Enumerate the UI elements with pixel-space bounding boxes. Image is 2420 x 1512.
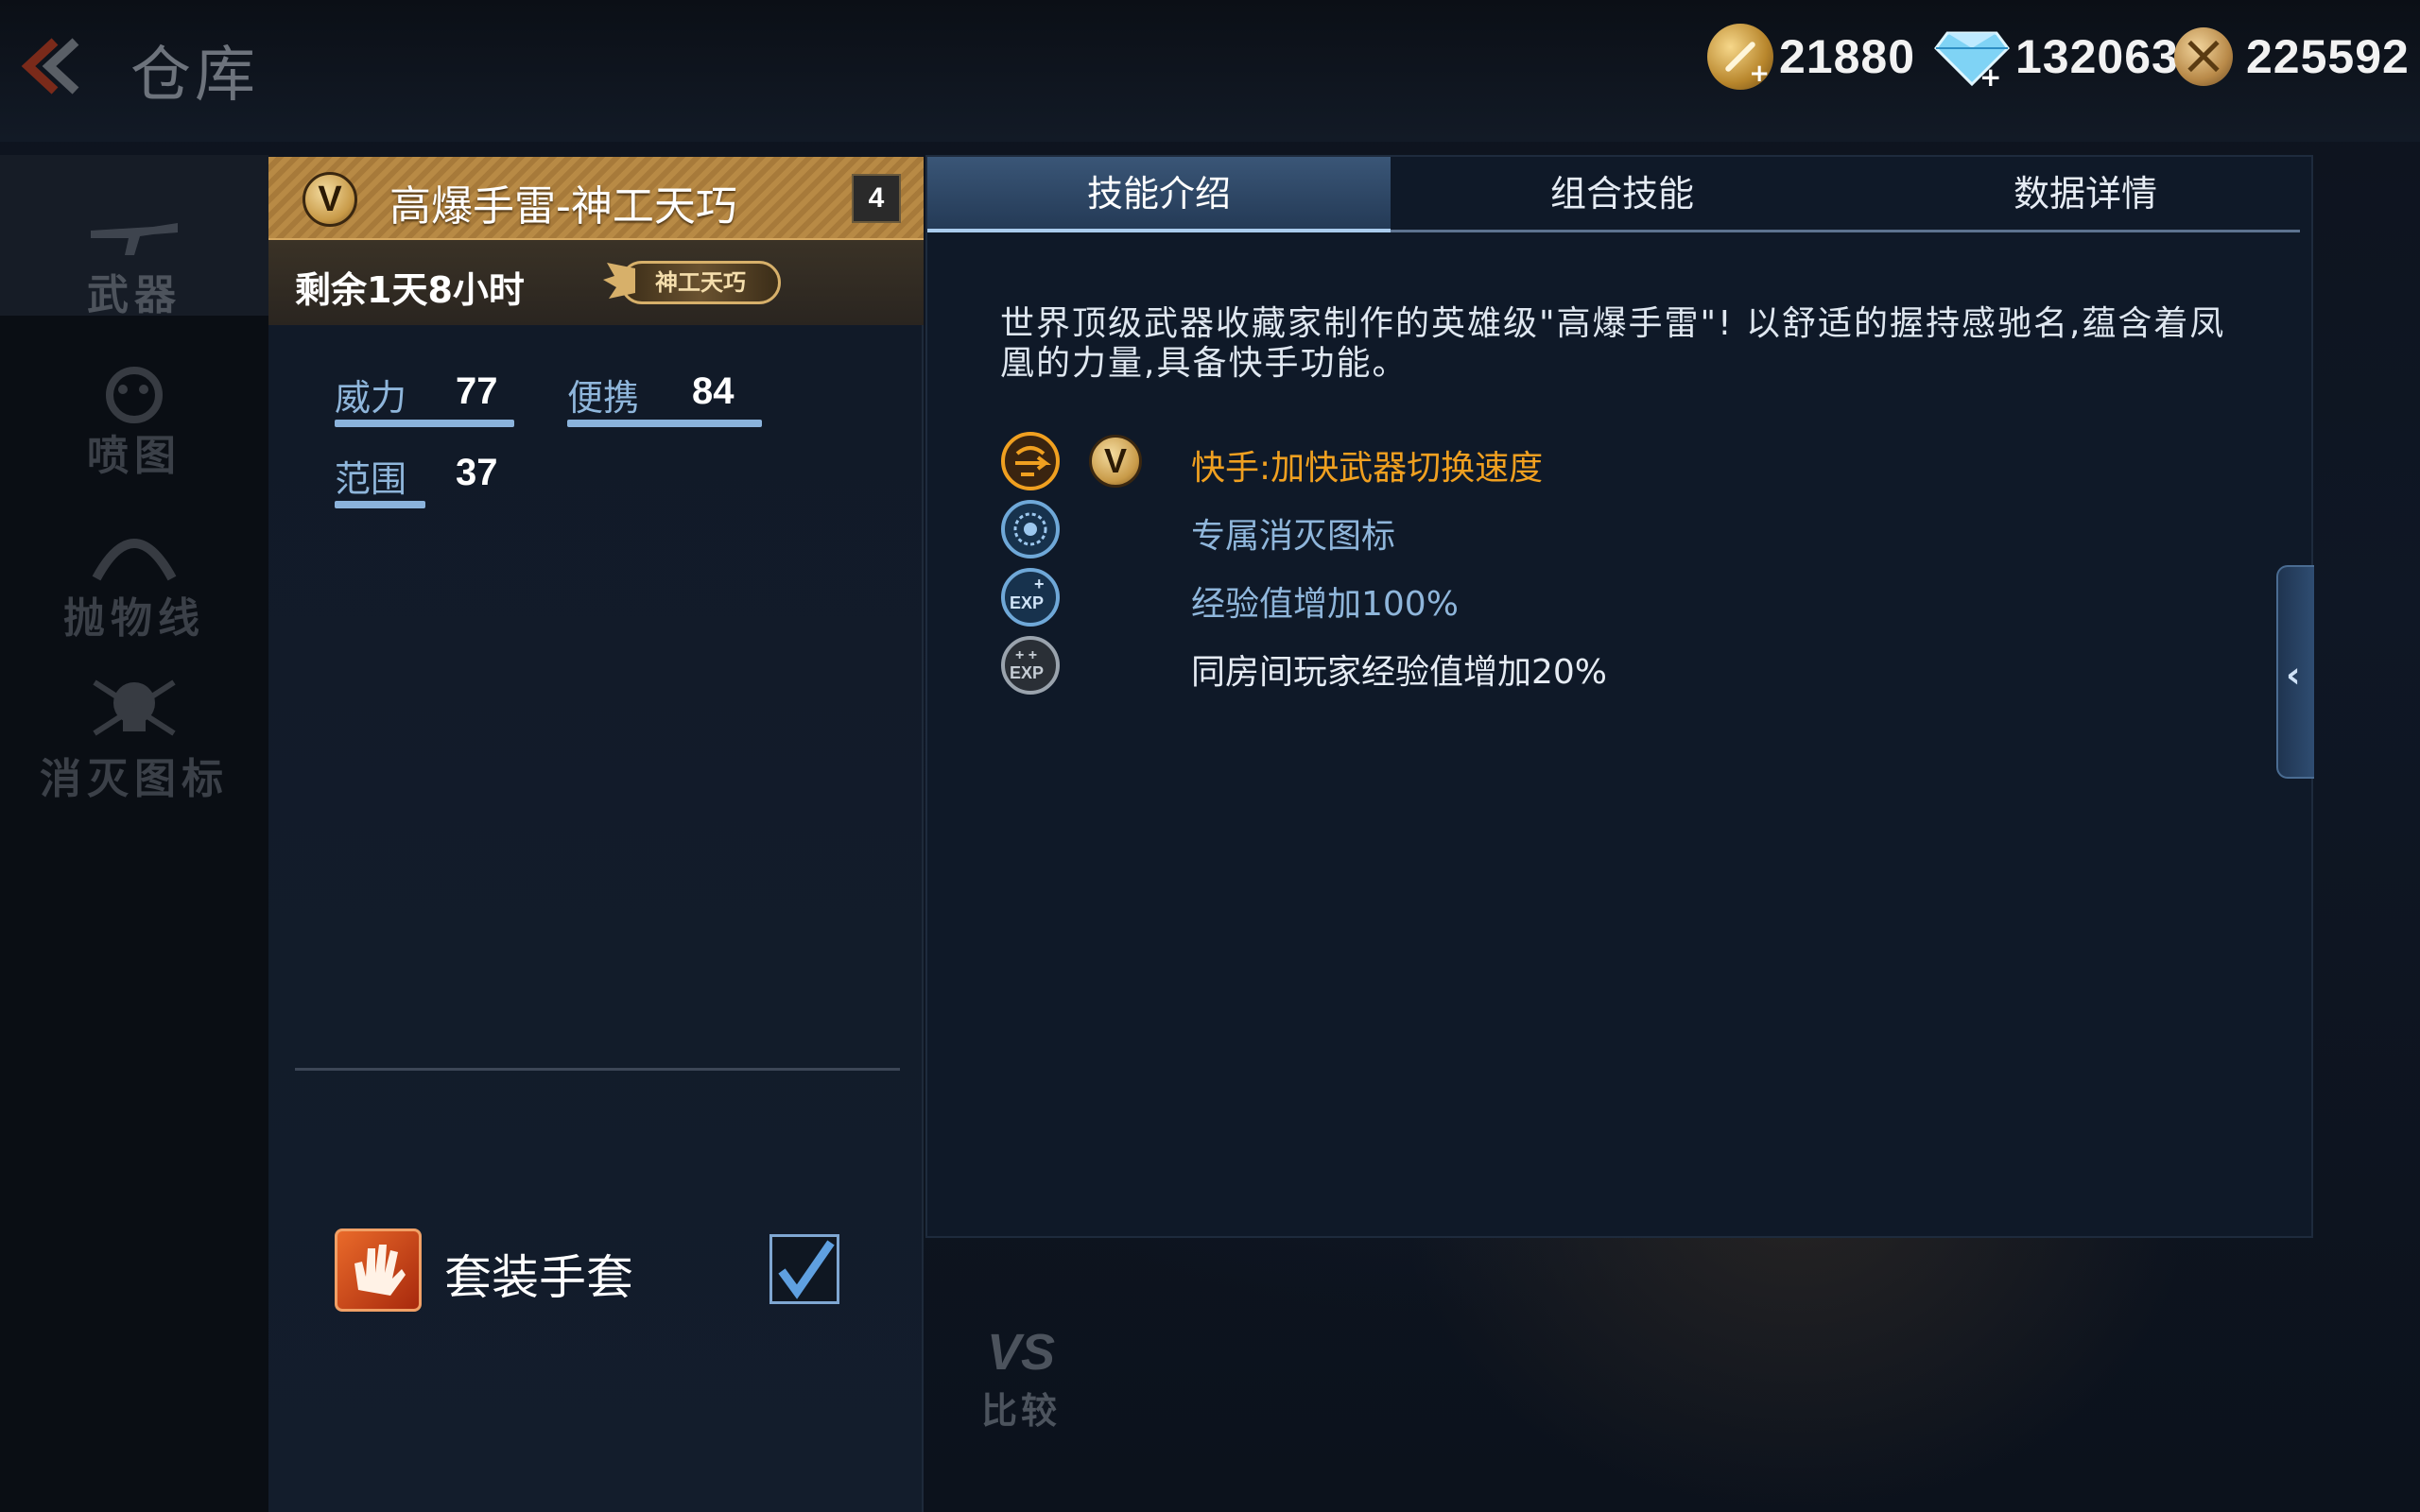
weapon-name: 高爆手雷-神工天巧 (389, 182, 737, 231)
back-chevron-icon[interactable] (13, 28, 89, 104)
chevron-left-icon: ‹ (2286, 654, 2301, 696)
compare-label: 比较 (980, 1390, 1061, 1432)
divider (295, 1068, 900, 1071)
stat-power: 威力 77 (335, 369, 514, 427)
skill-row: 专属消灭图标 (1000, 499, 2040, 559)
stat-value: 37 (456, 452, 498, 493)
kill-mark-icon (1001, 500, 1060, 558)
top-bar: 仓库 + 21880 + 132063 225592 (0, 0, 2420, 142)
sidebar-item-label: 武器 (87, 271, 182, 319)
stat-range: 范围 37 (335, 450, 498, 508)
compare-button[interactable]: VS 比较 (955, 1323, 1087, 1465)
sidebar: 武器 喷图 抛物线 消灭图标 (0, 155, 268, 1512)
vs-icon: VS (986, 1324, 1056, 1381)
tag-label: 神工天巧 (620, 261, 781, 304)
v-rank-badge-icon: V (302, 172, 357, 227)
diamond-icon: + (1934, 31, 2010, 90)
stat-bar (335, 501, 425, 508)
sidebar-item-kill-icons[interactable]: 消灭图标 (0, 637, 268, 803)
stat-label: 威力 (335, 377, 407, 419)
stat-portability: 便携 84 (567, 369, 762, 427)
checkmark-icon (778, 1240, 835, 1299)
skill-text: 同房间玩家经验值增加20% (1191, 653, 1608, 692)
sidebar-item-parabola[interactable]: 抛物线 (0, 476, 268, 643)
svg-text:EXP: EXP (1010, 663, 1044, 682)
panel-tabs: 技能介绍 组合技能 数据详情 (927, 157, 2300, 232)
weapon-tag: 神工天巧 (601, 253, 790, 312)
skill-text: 经验值增加100% (1191, 585, 1459, 624)
page-title: 仓库 (130, 41, 259, 111)
wing-ornament-icon (603, 263, 635, 299)
remaining-time: 剩余1天8小时 (295, 269, 525, 311)
sidebar-item-spray[interactable]: 喷图 (0, 316, 268, 480)
tab-data-details[interactable]: 数据详情 (1854, 157, 2317, 232)
stat-bar (335, 420, 514, 427)
quick-hand-icon (1001, 432, 1060, 490)
gold-amount: 21880 (1779, 30, 1916, 83)
svg-text:+: + (1979, 61, 2001, 90)
skill-row: EXP + 经验值增加100% (1000, 567, 2040, 627)
stat-label: 便携 (567, 377, 640, 419)
weapon-level-badge: 4 (852, 174, 901, 223)
medal-amount: 225592 (2246, 30, 2410, 83)
collapse-panel-tab[interactable]: ‹ (2276, 565, 2314, 779)
stat-value: 84 (692, 370, 735, 412)
diamond-currency[interactable]: + 132063 (1934, 19, 2179, 94)
sidebar-item-weapons[interactable]: 武器 (0, 155, 268, 319)
room-exp-icon: EXP + + (1001, 636, 1060, 695)
gold-currency[interactable]: + 21880 (1707, 19, 1915, 94)
skill-row: V 快手:加快武器切换速度 (1000, 431, 2040, 491)
parabola-icon (92, 539, 177, 581)
gold-coin-icon: + (1707, 24, 1773, 90)
stat-label: 范围 (335, 458, 407, 500)
medal-currency[interactable]: 225592 (2174, 19, 2410, 94)
weapon-description: 世界顶级武器收藏家制作的英雄级"高爆手雷"! 以舒适的握持感驰名,蕴含着凤凰的力… (1000, 304, 2226, 383)
diamond-amount: 132063 (2015, 30, 2179, 83)
sidebar-item-label: 喷图 (87, 432, 182, 480)
exp-boost-icon: EXP + (1001, 568, 1060, 627)
svg-text:+: + (1034, 575, 1045, 593)
sidebar-item-label: 抛物线 (63, 594, 205, 643)
suit-gloves-checkbox[interactable] (769, 1234, 839, 1304)
skull-icon (93, 679, 176, 736)
weapon-header: V 高爆手雷-神工天巧 4 (268, 157, 924, 240)
weapon-details: 威力 77 便携 84 范围 37 套装手套 (268, 325, 924, 1512)
tab-combo-skills[interactable]: 组合技能 (1391, 157, 1854, 232)
svg-text:EXP: EXP (1010, 593, 1044, 612)
medal-icon (2174, 27, 2233, 86)
skill-panel: 技能介绍 组合技能 数据详情 世界顶级武器收藏家制作的英雄级"高爆手雷"! 以舒… (925, 155, 2313, 1238)
tab-skill-intro[interactable]: 技能介绍 (927, 157, 1391, 232)
skill-row: EXP + + 同房间玩家经验值增加20% (1000, 635, 2040, 696)
stat-bar (567, 420, 762, 427)
rifle-icon (91, 223, 178, 255)
v-rank-badge-icon: V (1089, 435, 1142, 488)
svg-text:+ +: + + (1015, 647, 1037, 663)
skill-text: 快手:加快武器切换速度 (1191, 449, 1544, 488)
sidebar-item-label: 消灭图标 (40, 755, 229, 803)
spray-icon (106, 367, 163, 423)
skill-text: 专属消灭图标 (1191, 517, 1396, 556)
weapon-subheader: 剩余1天8小时 神工天巧 (268, 240, 924, 325)
glove-icon (335, 1228, 422, 1312)
stat-value: 77 (456, 370, 498, 412)
suit-gloves-label: 套装手套 (444, 1250, 633, 1305)
